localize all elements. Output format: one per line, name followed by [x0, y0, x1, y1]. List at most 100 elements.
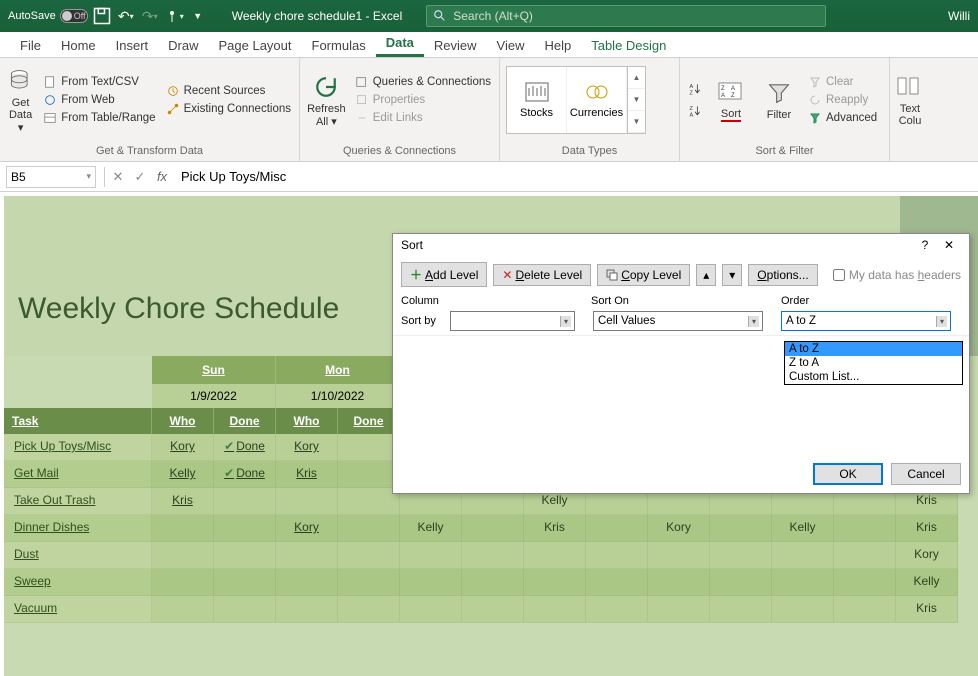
cell[interactable] — [772, 596, 834, 623]
cell[interactable] — [276, 488, 338, 515]
cancel-formula-icon[interactable]: ✕ — [107, 169, 129, 185]
cell[interactable] — [214, 515, 276, 542]
order-select[interactable]: A to Z — [781, 311, 951, 331]
cell[interactable] — [338, 461, 400, 488]
options-button[interactable]: Options... — [748, 264, 817, 286]
refresh-all-button[interactable]: Refresh All ▾ — [306, 60, 347, 140]
cell[interactable] — [524, 569, 586, 596]
sort-button[interactable]: ZAAZ Sort — [710, 60, 752, 140]
cell[interactable]: Kris — [152, 488, 214, 515]
name-box[interactable]: B5 — [6, 166, 96, 188]
copy-level-button[interactable]: Copy Level — [597, 264, 690, 286]
fx-icon[interactable]: fx — [151, 169, 173, 184]
order-dropdown[interactable]: A to Z Z to A Custom List... — [784, 341, 963, 385]
col-who[interactable]: Who — [152, 408, 214, 434]
cell[interactable] — [152, 515, 214, 542]
cell[interactable] — [462, 596, 524, 623]
tab-draw[interactable]: Draw — [158, 34, 208, 57]
queries-connections-button[interactable]: Queries & Connections — [353, 74, 493, 90]
cell[interactable] — [586, 542, 648, 569]
qat-more-icon[interactable]: ▼ — [188, 6, 208, 26]
tab-formulas[interactable]: Formulas — [302, 34, 376, 57]
text-columns-button[interactable]: Text Colu — [896, 60, 924, 140]
tab-home[interactable]: Home — [51, 34, 106, 57]
tab-review[interactable]: Review — [424, 34, 487, 57]
cell[interactable] — [338, 434, 400, 461]
cell[interactable] — [834, 569, 896, 596]
advanced-button[interactable]: Advanced — [806, 110, 879, 126]
gallery-more-icon[interactable]: ▼ — [628, 111, 645, 133]
order-option-ztoa[interactable]: Z to A — [785, 356, 962, 370]
task-name[interactable]: Get Mail — [4, 461, 152, 488]
cell[interactable] — [338, 488, 400, 515]
cell[interactable] — [462, 515, 524, 542]
tab-file[interactable]: File — [10, 34, 51, 57]
tab-view[interactable]: View — [487, 34, 535, 57]
tab-tabledesign[interactable]: Table Design — [581, 34, 676, 57]
cell[interactable] — [586, 596, 648, 623]
toggle-off-icon[interactable]: Off — [60, 9, 88, 23]
cell[interactable] — [338, 515, 400, 542]
move-down-button[interactable]: ▾ — [722, 264, 742, 286]
sorton-select[interactable]: Cell Values — [593, 311, 763, 331]
sort-za-button[interactable]: ZA — [686, 103, 704, 119]
from-table-button[interactable]: From Table/Range — [41, 110, 157, 126]
tab-data[interactable]: Data — [376, 31, 424, 57]
cell[interactable] — [834, 542, 896, 569]
tab-pagelayout[interactable]: Page Layout — [209, 34, 302, 57]
cell[interactable] — [338, 542, 400, 569]
cell[interactable] — [462, 569, 524, 596]
task-name[interactable]: Dinner Dishes — [4, 515, 152, 542]
cell[interactable] — [276, 596, 338, 623]
cell[interactable] — [648, 542, 710, 569]
tab-help[interactable]: Help — [534, 34, 581, 57]
col-done[interactable]: Done — [214, 408, 276, 434]
cell[interactable]: Kelly — [896, 569, 958, 596]
cell[interactable]: Kelly — [400, 515, 462, 542]
ok-button[interactable]: OK — [813, 463, 883, 485]
save-icon[interactable] — [92, 6, 112, 26]
cell[interactable] — [400, 542, 462, 569]
cell[interactable]: Kory — [276, 515, 338, 542]
recent-sources-button[interactable]: Recent Sources — [164, 83, 293, 99]
cell[interactable] — [152, 569, 214, 596]
cell[interactable] — [524, 542, 586, 569]
gallery-up-icon[interactable]: ▲ — [628, 67, 645, 89]
cell[interactable] — [400, 569, 462, 596]
get-data-button[interactable]: Get Data ▾ — [6, 60, 35, 140]
cell[interactable]: Kris — [896, 596, 958, 623]
cell[interactable]: Kris — [896, 515, 958, 542]
order-option-atoz[interactable]: A to Z — [785, 342, 962, 356]
search-input[interactable]: Search (Alt+Q) — [426, 5, 826, 27]
touch-mode-icon[interactable]: ▾ — [164, 6, 184, 26]
cell[interactable]: Kory — [152, 434, 214, 461]
add-level-button[interactable]: ＋Add Level — [401, 262, 487, 287]
cell[interactable] — [834, 515, 896, 542]
cell[interactable]: Kris — [524, 515, 586, 542]
dialog-close-button[interactable]: ✕ — [937, 238, 961, 252]
task-name[interactable]: Sweep — [4, 569, 152, 596]
cell[interactable] — [338, 569, 400, 596]
cell[interactable] — [152, 542, 214, 569]
task-name[interactable]: Vacuum — [4, 596, 152, 623]
col-who2[interactable]: Who — [276, 408, 338, 434]
order-option-custom[interactable]: Custom List... — [785, 370, 962, 384]
cell[interactable]: Kory — [276, 434, 338, 461]
formula-input[interactable] — [173, 166, 978, 188]
cell[interactable] — [710, 596, 772, 623]
cell[interactable] — [710, 542, 772, 569]
cell[interactable] — [586, 515, 648, 542]
cell[interactable] — [214, 542, 276, 569]
from-web-button[interactable]: From Web — [41, 92, 157, 108]
cell[interactable] — [648, 569, 710, 596]
cell[interactable] — [710, 569, 772, 596]
col-task[interactable]: Task — [4, 408, 152, 434]
task-name[interactable]: Pick Up Toys/Misc — [4, 434, 152, 461]
datatypes-gallery[interactable]: Stocks Currencies ▲ ▼ ▼ — [506, 66, 646, 134]
cell[interactable] — [214, 569, 276, 596]
user-name[interactable]: Willi — [948, 9, 970, 23]
stocks-datatype[interactable]: Stocks — [507, 67, 567, 133]
cell[interactable] — [276, 542, 338, 569]
move-up-button[interactable]: ▴ — [696, 264, 716, 286]
gallery-down-icon[interactable]: ▼ — [628, 89, 645, 111]
